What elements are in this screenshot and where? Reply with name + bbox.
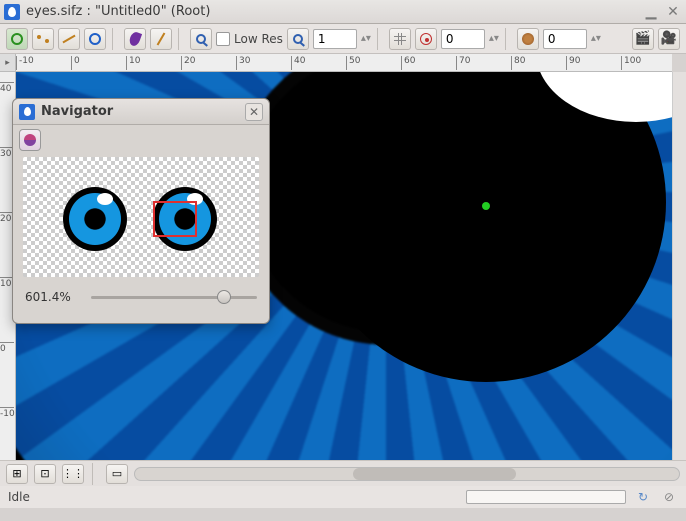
- tool-brush-button[interactable]: [124, 28, 146, 50]
- cancel-button[interactable]: ⊘: [660, 488, 678, 506]
- frame-a-value: 0: [446, 32, 454, 46]
- horizontal-scrollbar[interactable]: [134, 467, 680, 481]
- navigator-toolbar: [13, 125, 269, 155]
- zoom-fit-button[interactable]: [287, 28, 309, 50]
- snap-button[interactable]: [415, 28, 437, 50]
- zoom-icon: [196, 34, 206, 44]
- frame-b-field[interactable]: 0: [543, 29, 587, 49]
- ruler-tick: 70: [456, 56, 470, 70]
- render-button[interactable]: 🎬: [632, 28, 654, 50]
- ruler-tick: 80: [511, 56, 525, 70]
- separator: [505, 28, 511, 50]
- navigator-titlebar[interactable]: Navigator ✕: [13, 99, 269, 125]
- navigator-close-button[interactable]: ✕: [245, 103, 263, 121]
- ruler-tick: 10: [126, 56, 140, 70]
- slider-track: [91, 296, 257, 299]
- camera-icon: 🎥: [661, 31, 677, 46]
- tangent-icon: [62, 34, 75, 43]
- handles-icon: [37, 33, 49, 45]
- ruler-tick: 0: [71, 56, 80, 70]
- preview-button[interactable]: 🎥: [658, 28, 680, 50]
- navigator-preview[interactable]: [23, 157, 259, 277]
- timetrack-button-4[interactable]: ▭: [106, 464, 128, 484]
- ruler-tick: 30: [236, 56, 250, 70]
- circle-icon: [11, 33, 23, 45]
- tool-tangent-button[interactable]: [58, 28, 80, 50]
- ruler-tick: 100: [621, 56, 641, 70]
- timetrack-button-1[interactable]: ⊞: [6, 464, 28, 484]
- ruler-tick: 40: [291, 56, 305, 70]
- clapper-icon: 🎬: [635, 31, 651, 46]
- pencil-icon: [157, 32, 166, 45]
- ruler-tick: 90: [566, 56, 580, 70]
- origin-handle[interactable]: [482, 202, 490, 210]
- tool-ring-button[interactable]: [84, 28, 106, 50]
- ruler-tick: -10: [16, 56, 34, 70]
- navigator-title: Navigator: [41, 104, 113, 119]
- status-text: Idle: [8, 490, 30, 504]
- window-title: eyes.sifz : "Untitled0" (Root): [26, 4, 210, 19]
- progress-bar: [466, 490, 626, 504]
- stepper-icon[interactable]: ▴▾: [489, 33, 499, 44]
- grid-toggle-button[interactable]: [389, 28, 411, 50]
- navigator-compass-button[interactable]: [19, 129, 41, 151]
- main-toolbar: Low Res 1 ▴▾ 0 ▴▾ 0 ▴▾ 🎬 🎥: [0, 24, 686, 54]
- navigator-view-rect[interactable]: [153, 201, 197, 237]
- feather-icon: [128, 30, 142, 47]
- timetrack-button-2[interactable]: ⊡: [34, 464, 56, 484]
- window-titlebar: eyes.sifz : "Untitled0" (Root) ▁ ✕: [0, 0, 686, 24]
- grid-icon: [394, 33, 406, 45]
- vertical-scrollbar[interactable]: [672, 72, 686, 460]
- onion-icon: [522, 33, 534, 45]
- separator: [178, 28, 184, 50]
- frame-b-value: 0: [548, 32, 556, 46]
- slider-thumb[interactable]: [217, 290, 231, 304]
- navigator-zoom-value: 601.4%: [25, 290, 81, 304]
- app-icon: [4, 4, 20, 20]
- quality-value: 1: [318, 32, 326, 46]
- tool-draw-button[interactable]: [150, 28, 172, 50]
- horizontal-ruler[interactable]: -10 0 10 20 30 40 50 60 70 80 90 100 110: [16, 54, 672, 72]
- status-bar: Idle ↻ ⊘: [0, 486, 686, 508]
- scroll-thumb[interactable]: [353, 468, 516, 480]
- tool-circle-button[interactable]: [6, 28, 28, 50]
- navigator-zoom-slider[interactable]: [91, 289, 257, 305]
- target-icon: [420, 33, 432, 45]
- onion-button[interactable]: [517, 28, 539, 50]
- bottom-toolbar: ⊞ ⊡ ⋮⋮ ▭: [0, 460, 686, 486]
- stepper-icon[interactable]: ▴▾: [361, 33, 371, 44]
- navigator-icon: [19, 104, 35, 120]
- ruler-tick: 0: [0, 342, 14, 354]
- ruler-tick: -10: [0, 407, 14, 419]
- ring-icon: [89, 33, 101, 45]
- refresh-button[interactable]: ↻: [634, 488, 652, 506]
- navigator-footer: 601.4%: [13, 283, 269, 311]
- ruler-tick: 40: [0, 82, 14, 94]
- quality-field[interactable]: 1: [313, 29, 357, 49]
- minimize-button[interactable]: ▁: [642, 4, 660, 20]
- ruler-corner[interactable]: ▸: [0, 54, 16, 72]
- zoom-in-button[interactable]: [190, 28, 212, 50]
- close-button[interactable]: ✕: [664, 4, 682, 20]
- separator: [377, 28, 383, 50]
- lowres-checkbox[interactable]: [216, 32, 230, 46]
- navigator-panel[interactable]: Navigator ✕ 601.4%: [12, 98, 270, 324]
- ruler-tick: 60: [401, 56, 415, 70]
- ruler-tick: 20: [181, 56, 195, 70]
- separator: [92, 463, 98, 485]
- timetrack-button-3[interactable]: ⋮⋮: [62, 464, 84, 484]
- zoom-icon: [293, 34, 303, 44]
- tool-handles-button[interactable]: [32, 28, 54, 50]
- frame-a-field[interactable]: 0: [441, 29, 485, 49]
- ruler-tick: 50: [346, 56, 360, 70]
- preview-eye-left: [63, 187, 127, 251]
- separator: [112, 28, 118, 50]
- stepper-icon[interactable]: ▴▾: [591, 33, 601, 44]
- lowres-label: Low Res: [234, 32, 283, 46]
